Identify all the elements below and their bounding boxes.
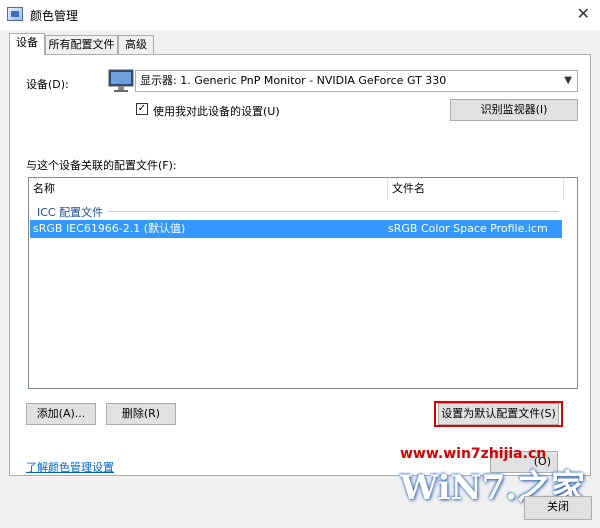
chevron-down-icon: ▼ <box>564 75 572 86</box>
tab-devices[interactable]: 设备 <box>9 33 45 55</box>
tab-advanced[interactable]: 高级 <box>118 35 154 54</box>
monitor-icon <box>108 69 134 92</box>
highlight-annotation <box>434 401 563 427</box>
device-select[interactable]: 显示器: 1. Generic PnP Monitor - NVIDIA GeF… <box>135 70 578 92</box>
close-button[interactable]: 关闭 <box>524 496 592 520</box>
add-button[interactable]: 添加(A)... <box>26 403 96 425</box>
color-management-icon <box>7 7 23 21</box>
tab-all-profiles[interactable]: 所有配置文件 <box>45 35 118 54</box>
use-my-settings-checkbox[interactable]: ✓ <box>136 103 148 115</box>
profile-group-header: ICC 配置文件 <box>37 206 104 219</box>
device-label: 设备(D): <box>26 78 69 91</box>
devices-panel: 设备(D): 显示器: 1. Generic PnP Monitor - NVI… <box>9 54 591 476</box>
close-icon[interactable]: ✕ <box>577 4 590 23</box>
use-my-settings-label: 使用我对此设备的设置(U) <box>153 105 280 118</box>
column-header-name[interactable]: 名称 <box>29 178 387 200</box>
remove-button[interactable]: 删除(R) <box>106 403 176 425</box>
learn-color-management-link[interactable]: 了解颜色管理设置 <box>26 459 114 475</box>
title-bar: 颜色管理 ✕ <box>0 0 600 30</box>
identify-monitors-button[interactable]: 识别监视器(I) <box>450 99 578 121</box>
row-profile-file: sRGB Color Space Profile.icm <box>388 222 548 235</box>
column-separator[interactable] <box>563 178 564 200</box>
table-row[interactable]: sRGB IEC61966-2.1 (默认值) sRGB Color Space… <box>30 220 562 238</box>
group-divider <box>107 211 559 212</box>
profile-list[interactable]: 名称 文件名 ICC 配置文件 sRGB IEC61966-2.1 (默认值) … <box>28 177 578 389</box>
row-profile-name: sRGB IEC61966-2.1 (默认值) <box>33 222 186 235</box>
column-header-filename[interactable]: 文件名 <box>388 178 563 200</box>
window-title: 颜色管理 <box>30 9 79 23</box>
device-select-value: 显示器: 1. Generic PnP Monitor - NVIDIA GeF… <box>140 74 447 87</box>
profiles-section-label: 与这个设备关联的配置文件(F): <box>26 159 177 172</box>
